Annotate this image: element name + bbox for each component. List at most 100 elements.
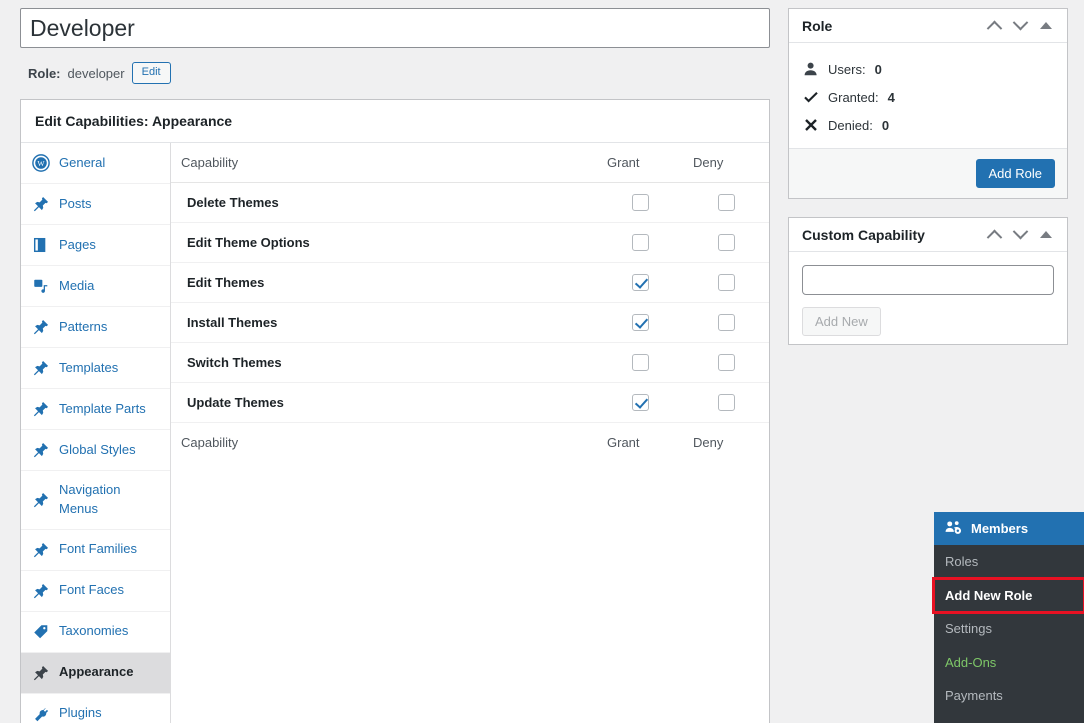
tab-pages[interactable]: Pages: [21, 225, 170, 266]
role-slug-label: Role:: [28, 65, 61, 81]
tab-label: Plugins: [59, 705, 102, 721]
pin-icon: [32, 318, 50, 336]
tab-taxonomies[interactable]: Taxonomies: [21, 612, 170, 653]
menu-item-roles[interactable]: Roles: [934, 545, 1084, 579]
move-down-icon[interactable]: [1009, 14, 1031, 37]
custom-capability-input[interactable]: [802, 265, 1054, 295]
stat-users: Users: 0: [802, 56, 1054, 84]
move-down-icon[interactable]: [1009, 223, 1031, 246]
deny-checkbox[interactable]: [717, 354, 735, 372]
role-box-title: Role: [802, 17, 833, 34]
pin-icon: [32, 582, 50, 600]
deny-cell: [683, 382, 769, 424]
move-up-icon[interactable]: [983, 224, 1005, 246]
grant-checkbox[interactable]: [631, 194, 649, 212]
tab-label: Patterns: [59, 318, 108, 334]
stat-value: 0: [881, 117, 890, 133]
table-empty-space: [171, 462, 769, 723]
appearance-icon: [32, 664, 50, 682]
members-menu-header[interactable]: Members: [934, 512, 1084, 545]
custom-capability-box: Custom Capability Add New: [788, 217, 1068, 345]
media-icon: [32, 277, 50, 295]
capability-table: Capability Grant Deny Delete Themes Edit…: [171, 143, 769, 463]
grant-checkbox[interactable]: [631, 274, 649, 292]
tab-label: Pages: [59, 236, 96, 252]
deny-cell: [683, 182, 769, 224]
svg-text:W: W: [37, 159, 45, 168]
menu-item-settings[interactable]: Settings: [934, 612, 1084, 646]
plugin-icon: [32, 705, 50, 723]
edit-slug-button[interactable]: Edit: [131, 62, 171, 84]
tab-plugins[interactable]: Plugins: [21, 694, 170, 723]
deny-checkbox[interactable]: [717, 314, 735, 332]
tab-template-parts[interactable]: Template Parts: [21, 389, 170, 430]
header-grant: Grant: [597, 143, 683, 183]
tab-media[interactable]: Media: [21, 266, 170, 307]
add-role-button[interactable]: Add Role: [975, 159, 1055, 188]
toggle-panel-icon[interactable]: [1035, 15, 1057, 37]
capability-name: Edit Theme Options: [171, 222, 597, 264]
grant-checkbox[interactable]: [631, 394, 649, 412]
table-row: Install Themes: [171, 302, 769, 344]
deny-cell: [683, 262, 769, 304]
deny-checkbox[interactable]: [717, 194, 735, 212]
members-users-icon: [945, 519, 962, 539]
role-box-controls: [983, 14, 1057, 37]
toggle-panel-icon[interactable]: [1035, 224, 1057, 246]
custom-capability-title: Custom Capability: [802, 226, 925, 243]
stat-label: Granted:: [828, 89, 879, 105]
capability-name: Edit Themes: [171, 262, 597, 304]
grant-checkbox[interactable]: [631, 234, 649, 252]
custom-capability-header: Custom Capability: [789, 218, 1067, 252]
role-title-input[interactable]: [20, 8, 770, 48]
table-footer-row: Capability Grant Deny: [171, 422, 769, 463]
grant-cell: [597, 382, 683, 424]
stat-granted: Granted: 4: [802, 84, 1054, 112]
table-header-row: Capability Grant Deny: [171, 143, 769, 183]
footer-capability: Capability: [171, 422, 597, 463]
grant-cell: [597, 262, 683, 304]
tab-general[interactable]: W General: [21, 143, 170, 184]
tab-appearance[interactable]: Appearance: [21, 652, 170, 694]
capabilities-panel: Edit Capabilities: Appearance W General: [20, 99, 770, 723]
menu-item-add-new-role[interactable]: Add New Role: [932, 576, 1084, 614]
tab-templates[interactable]: Templates: [21, 348, 170, 389]
user-icon: [803, 61, 819, 77]
tab-font-families[interactable]: Font Families: [21, 530, 170, 571]
tab-global-styles[interactable]: Global Styles: [21, 430, 170, 471]
header-capability: Capability: [171, 143, 597, 183]
tab-label: Template Parts: [59, 400, 146, 416]
pin-icon: [32, 441, 50, 459]
table-row: Edit Themes: [171, 262, 769, 304]
add-new-capability-button[interactable]: Add New: [802, 307, 881, 336]
role-slug-value: developer: [67, 65, 125, 81]
menu-item-add-ons[interactable]: Add-Ons: [934, 646, 1084, 680]
tab-font-faces[interactable]: Font Faces: [21, 571, 170, 612]
stat-denied: Denied: 0: [802, 112, 1054, 140]
tab-label: Font Faces: [59, 582, 125, 598]
tab-posts[interactable]: Posts: [21, 184, 170, 225]
tab-label: Taxonomies: [59, 623, 129, 639]
deny-checkbox[interactable]: [717, 234, 735, 252]
capability-name: Install Themes: [171, 302, 597, 344]
move-up-icon[interactable]: [983, 15, 1005, 37]
sidebar-column: Role Users: 0 Granted: 4 Denied: 0 Add R…: [788, 8, 1068, 363]
stat-label: Users:: [828, 61, 866, 77]
deny-checkbox[interactable]: [717, 394, 735, 412]
tab-navigation-menus[interactable]: Navigation Menus: [21, 471, 170, 530]
role-box-footer: Add Role: [789, 148, 1067, 198]
tab-patterns[interactable]: Patterns: [21, 307, 170, 348]
admin-page: Role: developer Edit Edit Capabilities: …: [0, 0, 1084, 723]
grant-checkbox[interactable]: [631, 314, 649, 332]
stat-value: 0: [874, 61, 882, 77]
capability-tabs: W General Posts Pages Media Patterns Tem…: [21, 143, 171, 723]
deny-checkbox[interactable]: [717, 274, 735, 292]
menu-item-about-us[interactable]: About Us: [934, 713, 1084, 723]
capability-table-wrap: Capability Grant Deny Delete Themes Edit…: [171, 143, 769, 723]
tab-label: Media: [59, 277, 95, 293]
grant-checkbox[interactable]: [631, 354, 649, 372]
menu-item-payments[interactable]: Payments: [934, 679, 1084, 713]
deny-cell: [683, 222, 769, 264]
role-box-body: Users: 0 Granted: 4 Denied: 0: [789, 43, 1067, 148]
tab-label: Font Families: [59, 541, 138, 557]
